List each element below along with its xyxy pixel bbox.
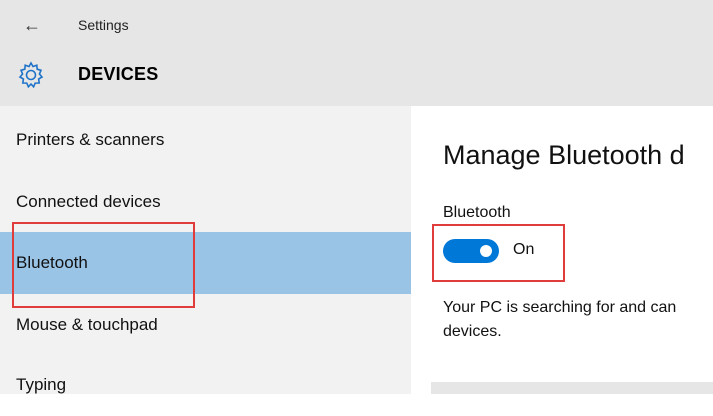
sidebar-item-label: Mouse & touchpad (16, 315, 158, 334)
page-title: Manage Bluetooth d (443, 140, 685, 170)
sidebar-item-connected-devices[interactable]: Connected devices (0, 171, 411, 233)
sidebar-item-label: Connected devices (16, 192, 161, 211)
bluetooth-description: Your PC is searching for and can devices… (443, 299, 677, 340)
sidebar: Printers & scanners Connected devices Bl… (0, 106, 411, 394)
bluetooth-toggle[interactable] (443, 239, 499, 263)
bluetooth-label: Bluetooth (443, 204, 511, 221)
title-bar: ← Settings DEVICES (0, 0, 713, 106)
app-title: Settings (78, 17, 129, 33)
sidebar-item-bluetooth[interactable]: Bluetooth (0, 232, 411, 294)
gear-icon (18, 61, 44, 89)
back-arrow-icon[interactable]: ← (20, 14, 44, 36)
toggle-knob (480, 245, 492, 257)
sidebar-item-typing[interactable]: Typing (0, 354, 411, 416)
sidebar-item-label: Bluetooth (16, 253, 88, 272)
sidebar-item-printers-scanners[interactable]: Printers & scanners (0, 109, 411, 171)
sidebar-item-label: Typing (16, 375, 67, 394)
sidebar-item-label: Printers & scanners (16, 130, 165, 149)
sidebar-item-mouse-touchpad[interactable]: Mouse & touchpad (0, 294, 411, 356)
section-title: DEVICES (78, 64, 159, 84)
device-list-panel (431, 382, 713, 394)
main-content: Manage Bluetooth d Bluetooth On Your PC … (411, 106, 713, 394)
toggle-state-label: On (513, 241, 535, 258)
